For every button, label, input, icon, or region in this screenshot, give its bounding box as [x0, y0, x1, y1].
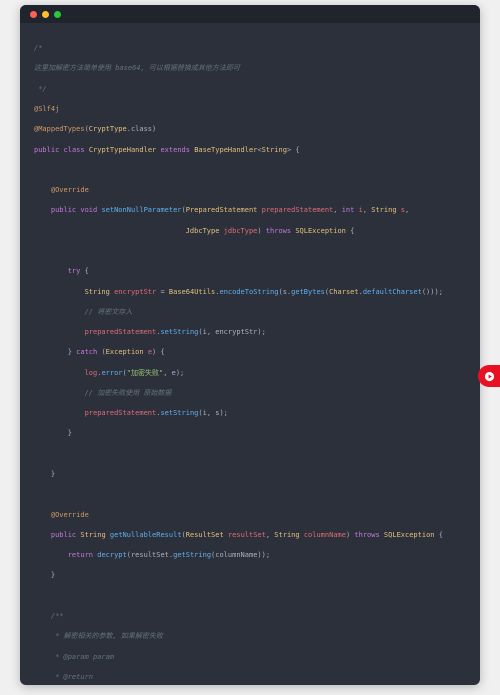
play-circle-icon — [484, 371, 495, 382]
param: preparedStatement — [262, 206, 334, 214]
type: Exception — [106, 348, 144, 356]
type: CryptTypeHandler — [89, 146, 156, 154]
var: preparedStatement — [85, 409, 157, 417]
keyword: public — [51, 206, 76, 214]
type: String — [85, 288, 110, 296]
type: String — [274, 531, 299, 539]
code-editor-window: /* 这里加解密方法简单使用 base64, 可以根据替换成其他方法即可 */ … — [20, 5, 480, 685]
method: setNonNullParameter — [101, 206, 181, 214]
maximize-icon[interactable] — [54, 11, 61, 18]
annotation: @Override — [51, 511, 89, 519]
keyword: class — [64, 146, 85, 154]
method: defaultCharset — [363, 288, 422, 296]
method: decrypt — [97, 551, 127, 559]
keyword: public — [51, 531, 76, 539]
comment: * 解密相关的参数, 如果解密失败 — [51, 632, 163, 640]
comment: 这里加解密方法简单使用 base64, 可以根据替换成其他方法即可 — [34, 64, 240, 72]
type: CryptType — [89, 125, 127, 133]
annotation: @Override — [51, 186, 89, 194]
string: "加密失败" — [127, 369, 163, 377]
keyword: public — [34, 146, 59, 154]
var: encryptStr — [114, 288, 156, 296]
method: setString — [160, 409, 198, 417]
method: setString — [160, 328, 198, 336]
comment: /** — [51, 612, 64, 620]
type: SQLException — [295, 227, 346, 235]
window-title-bar — [20, 5, 480, 23]
method: getString — [173, 551, 211, 559]
minimize-icon[interactable] — [42, 11, 49, 18]
type: JdbcType — [186, 227, 220, 235]
type: String — [371, 206, 396, 214]
keyword: catch — [76, 348, 97, 356]
method: getNullableResult — [110, 531, 182, 539]
keyword: try — [68, 267, 81, 275]
keyword: extends — [160, 146, 190, 154]
side-badge[interactable] — [478, 365, 500, 387]
keyword: throws — [354, 531, 379, 539]
var: log — [85, 369, 98, 377]
method: error — [101, 369, 122, 377]
comment: * @param param — [51, 653, 114, 661]
comment: */ — [34, 85, 47, 93]
annotation: @MappedTypes — [34, 125, 85, 133]
keyword: int — [342, 206, 355, 214]
type: PreparedStatement — [186, 206, 258, 214]
keyword: return — [68, 551, 93, 559]
annotation: @Slf4j — [34, 105, 59, 113]
comment: // 加密失败使用 原始数据 — [85, 389, 172, 397]
text: .class — [127, 125, 152, 133]
method: encodeToString — [219, 288, 278, 296]
keyword: void — [80, 206, 97, 214]
comment: // 将密文存入 — [85, 308, 133, 316]
type: Base64Utils — [169, 288, 215, 296]
code-area: /* 这里加解密方法简单使用 base64, 可以根据替换成其他方法即可 */ … — [20, 23, 480, 685]
type: SQLException — [384, 531, 435, 539]
param: jdbcType — [224, 227, 258, 235]
type: ResultSet — [186, 531, 224, 539]
type: String — [80, 531, 105, 539]
type: Charset — [329, 288, 359, 296]
var: preparedStatement — [85, 328, 157, 336]
close-icon[interactable] — [30, 11, 37, 18]
keyword: throws — [266, 227, 291, 235]
param: resultSet — [228, 531, 266, 539]
type: BaseTypeHandler — [194, 146, 257, 154]
param: columnName — [304, 531, 346, 539]
type: String — [262, 146, 287, 154]
method: getBytes — [291, 288, 325, 296]
comment: * @return — [51, 673, 93, 681]
comment: /* — [34, 44, 42, 52]
